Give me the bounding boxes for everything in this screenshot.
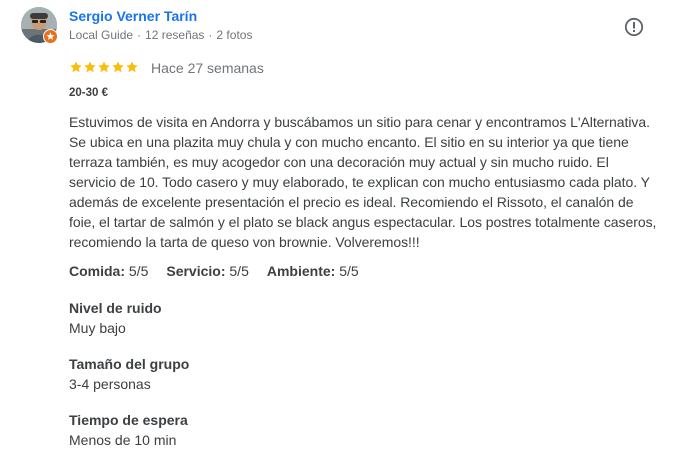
meta-separator: ·: [208, 28, 213, 42]
rating-atmosphere: Ambiente: 5/5: [267, 263, 359, 279]
attribute-noise-level: Nivel de ruido Muy bajo: [69, 298, 162, 338]
star-icon: [126, 61, 138, 73]
rating-service: Servicio: 5/5: [166, 263, 249, 279]
review-count[interactable]: 12 reseñas: [145, 28, 204, 42]
photo-count[interactable]: 2 fotos: [216, 28, 252, 42]
star-icon: [98, 61, 110, 73]
attribute-value: 3-4 personas: [69, 376, 151, 392]
star-icon: [70, 61, 82, 73]
star-icon: [112, 61, 124, 73]
rating-food: Comida: 5/5: [69, 263, 148, 279]
report-icon: [624, 17, 644, 37]
attribute-label: Tiempo de espera: [69, 412, 188, 428]
rating-value: 5/5: [128, 263, 149, 279]
attribute-value: Menos de 10 min: [69, 432, 177, 448]
local-guide-label: Local Guide: [69, 28, 134, 42]
author-name-link[interactable]: Sergio Verner Tarín: [69, 8, 197, 24]
star-icon: [84, 61, 96, 73]
author-meta: Local Guide · 12 reseñas · 2 fotos: [69, 28, 252, 42]
rating-label: Servicio:: [166, 263, 226, 279]
attribute-label: Nivel de ruido: [69, 300, 162, 316]
price-range: 20-30 €: [69, 87, 109, 99]
review-text: Estuvimos de visita en Andorra y buscába…: [69, 114, 657, 250]
rating-value: 5/5: [339, 263, 359, 279]
review-date: Hace 27 semanas: [151, 60, 264, 76]
rating-label: Ambiente:: [266, 263, 336, 279]
attribute-value: Muy bajo: [69, 320, 126, 336]
attribute-label: Tamaño del grupo: [69, 356, 190, 372]
rating-value: 5/5: [229, 263, 249, 279]
attribute-group-size: Tamaño del grupo 3-4 personas: [69, 354, 189, 394]
review-card: Sergio Verner Tarín Local Guide · 12 reseñ…: [0, 0, 690, 459]
meta-separator: ·: [137, 28, 142, 42]
rating-label: Comida:: [69, 263, 125, 279]
sub-ratings: Comida: 5/5 Servicio: 5/5 Ambiente: 5/5: [69, 263, 359, 279]
star-rating: [69, 60, 139, 76]
attribute-wait-time: Tiempo de espera Menos de 10 min: [69, 410, 188, 450]
local-guide-badge-icon: [43, 29, 58, 44]
report-review-button[interactable]: [622, 15, 646, 39]
